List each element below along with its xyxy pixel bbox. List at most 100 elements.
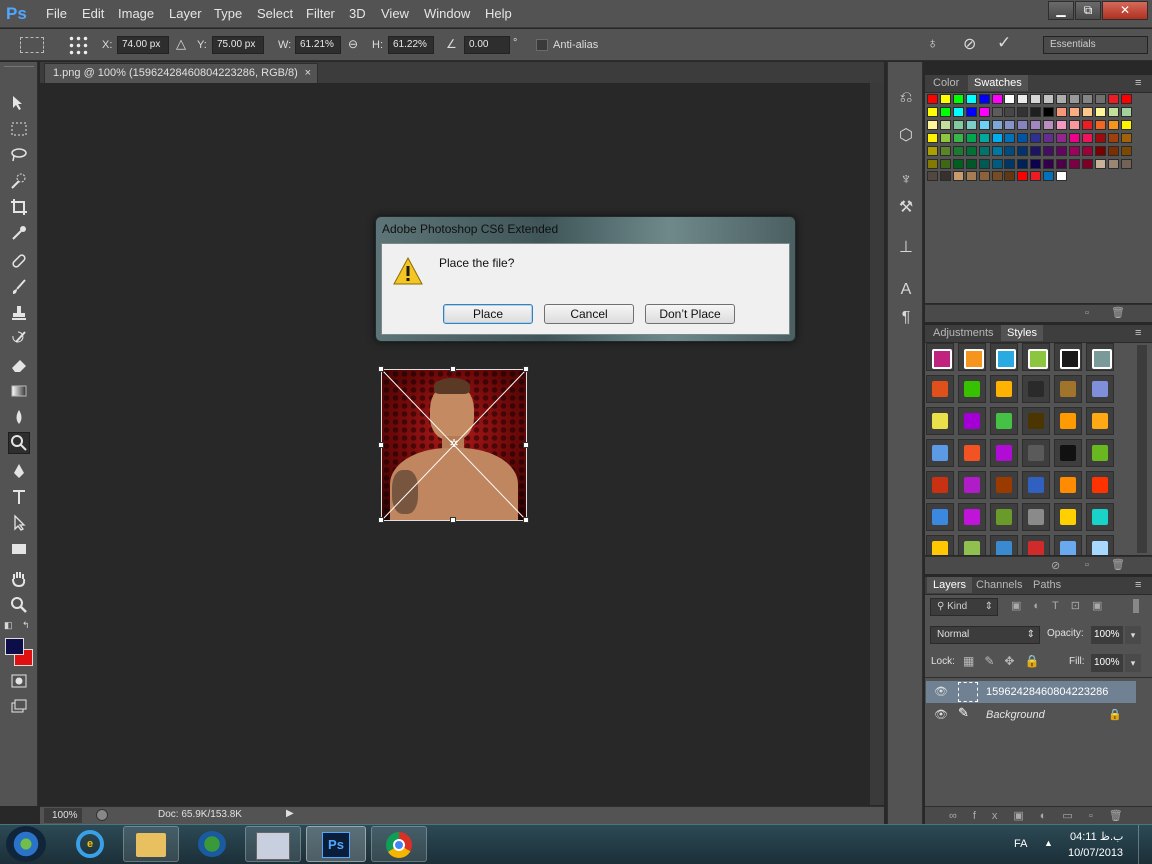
tab-adjustments[interactable]: Adjustments [933, 327, 994, 339]
color-swatch[interactable] [952, 94, 964, 104]
color-swatch[interactable] [991, 119, 1003, 130]
angle-input[interactable]: 0.00 [464, 36, 510, 54]
style-preset[interactable] [990, 439, 1018, 467]
style-preset[interactable] [958, 343, 986, 371]
color-swatch[interactable] [1004, 94, 1016, 104]
color-swatch[interactable] [952, 171, 964, 182]
color-swatch[interactable] [1107, 94, 1119, 104]
menu-view[interactable]: View [381, 6, 409, 21]
color-swatch[interactable] [939, 106, 951, 117]
tool-presets-icon[interactable]: ⚒ [896, 198, 916, 218]
filter-kind-select[interactable]: ⚲ Kind ⇕ [930, 598, 998, 616]
transform-center-icon[interactable]: ✲ [449, 439, 459, 450]
panel-menu-icon[interactable]: ≡ [1135, 327, 1141, 339]
commit-transform-icon[interactable]: ✓ [997, 33, 1011, 53]
color-swatch[interactable] [1081, 132, 1093, 143]
color-swatch[interactable] [1107, 158, 1119, 169]
color-swatch[interactable] [1056, 145, 1067, 156]
color-swatch[interactable] [978, 119, 990, 130]
blur-tool-icon[interactable] [8, 406, 30, 428]
quick-mask-icon[interactable] [8, 670, 30, 692]
taskbar-photoshop-icon[interactable]: Ps [306, 826, 366, 862]
style-preset[interactable] [990, 503, 1018, 531]
fill-input[interactable]: 100% [1091, 654, 1123, 672]
style-preset[interactable] [926, 503, 954, 531]
color-swatch[interactable] [1081, 106, 1093, 117]
color-swatch[interactable] [1004, 119, 1016, 130]
document-tab[interactable]: 1.png @ 100% (15962428460804223286, RGB/… [44, 63, 318, 83]
color-swatch[interactable] [1094, 106, 1106, 117]
height-input[interactable]: 61.22% [388, 36, 434, 54]
style-preset[interactable] [926, 375, 954, 403]
color-swatch[interactable] [939, 158, 951, 169]
color-swatch[interactable] [1030, 171, 1042, 182]
swap-colors-icon[interactable]: ↰ [22, 620, 34, 630]
screen-mode-icon[interactable] [8, 696, 30, 718]
menu-3d[interactable]: 3D [349, 6, 366, 21]
style-preset[interactable] [1054, 343, 1082, 371]
color-swatch[interactable] [1120, 145, 1132, 156]
delete-swatch-icon[interactable]: 🗑 [1111, 306, 1125, 319]
clone-source-icon[interactable]: ⊥ [896, 238, 916, 258]
status-arrow-icon[interactable]: ▶ [286, 808, 296, 822]
color-swatch[interactable] [1056, 94, 1067, 104]
menu-layer[interactable]: Layer [169, 6, 202, 21]
color-swatch[interactable] [1017, 145, 1029, 156]
style-preset[interactable] [958, 407, 986, 435]
style-preset[interactable] [1086, 535, 1114, 555]
reference-point-icon[interactable] [68, 35, 88, 55]
color-swatch[interactable] [1004, 132, 1016, 143]
color-swatch[interactable] [1004, 171, 1016, 182]
history-panel-icon[interactable]: ⎌ [896, 88, 916, 108]
style-preset[interactable] [1086, 343, 1114, 371]
color-swatch[interactable] [1107, 132, 1119, 143]
style-preset[interactable] [990, 343, 1018, 371]
color-swatch[interactable] [1081, 119, 1093, 130]
color-swatch[interactable] [965, 119, 977, 130]
marquee-tool-icon[interactable] [8, 118, 30, 140]
color-swatch[interactable] [1030, 132, 1042, 143]
fill-dropdown-icon[interactable]: ▾ [1125, 654, 1141, 672]
color-swatch[interactable] [1081, 158, 1093, 169]
color-swatch[interactable] [991, 94, 1003, 104]
color-swatch[interactable] [978, 171, 990, 182]
color-swatch[interactable] [1017, 106, 1029, 117]
color-swatch[interactable] [1094, 132, 1106, 143]
color-swatch[interactable] [927, 132, 938, 143]
style-preset[interactable] [1022, 407, 1050, 435]
x-input[interactable]: 74.00 px [117, 36, 169, 54]
taskbar-chrome-icon[interactable] [371, 826, 427, 862]
color-swatch[interactable] [1120, 119, 1132, 130]
paragraph-panel-icon[interactable]: ¶ [896, 308, 916, 328]
antialias-checkbox[interactable] [536, 39, 548, 51]
crop-tool-icon[interactable] [8, 196, 30, 218]
style-preset[interactable] [1054, 503, 1082, 531]
color-swatch[interactable] [1068, 132, 1080, 143]
color-swatch[interactable] [1004, 158, 1016, 169]
color-swatch[interactable] [1030, 145, 1042, 156]
transform-handle-n[interactable] [450, 366, 456, 372]
pen-tool-icon[interactable] [8, 460, 30, 482]
color-swatch[interactable] [939, 119, 951, 130]
taskbar-image-viewer-icon[interactable] [245, 826, 301, 862]
clear-style-icon[interactable]: ⊘ [1051, 559, 1060, 572]
default-colors-icon[interactable]: ◧ [4, 620, 16, 630]
color-swatch[interactable] [927, 119, 938, 130]
styles-scrollbar[interactable] [1137, 345, 1147, 553]
color-swatch[interactable] [1017, 171, 1029, 182]
filter-toggle[interactable] [1133, 599, 1139, 613]
color-swatch[interactable] [965, 106, 977, 117]
style-preset[interactable] [1086, 439, 1114, 467]
dodge-tool-icon[interactable] [8, 432, 30, 454]
color-swatch[interactable] [1081, 145, 1093, 156]
style-preset[interactable] [1086, 471, 1114, 499]
style-preset[interactable] [958, 439, 986, 467]
3d-panel-icon[interactable]: ⬡ [896, 126, 916, 146]
color-swatch[interactable] [1068, 145, 1080, 156]
style-preset[interactable] [1054, 375, 1082, 403]
style-preset[interactable] [1022, 375, 1050, 403]
color-swatch[interactable] [1043, 145, 1055, 156]
style-preset[interactable] [1054, 439, 1082, 467]
color-swatch[interactable] [952, 119, 964, 130]
opacity-dropdown-icon[interactable]: ▾ [1125, 626, 1141, 644]
